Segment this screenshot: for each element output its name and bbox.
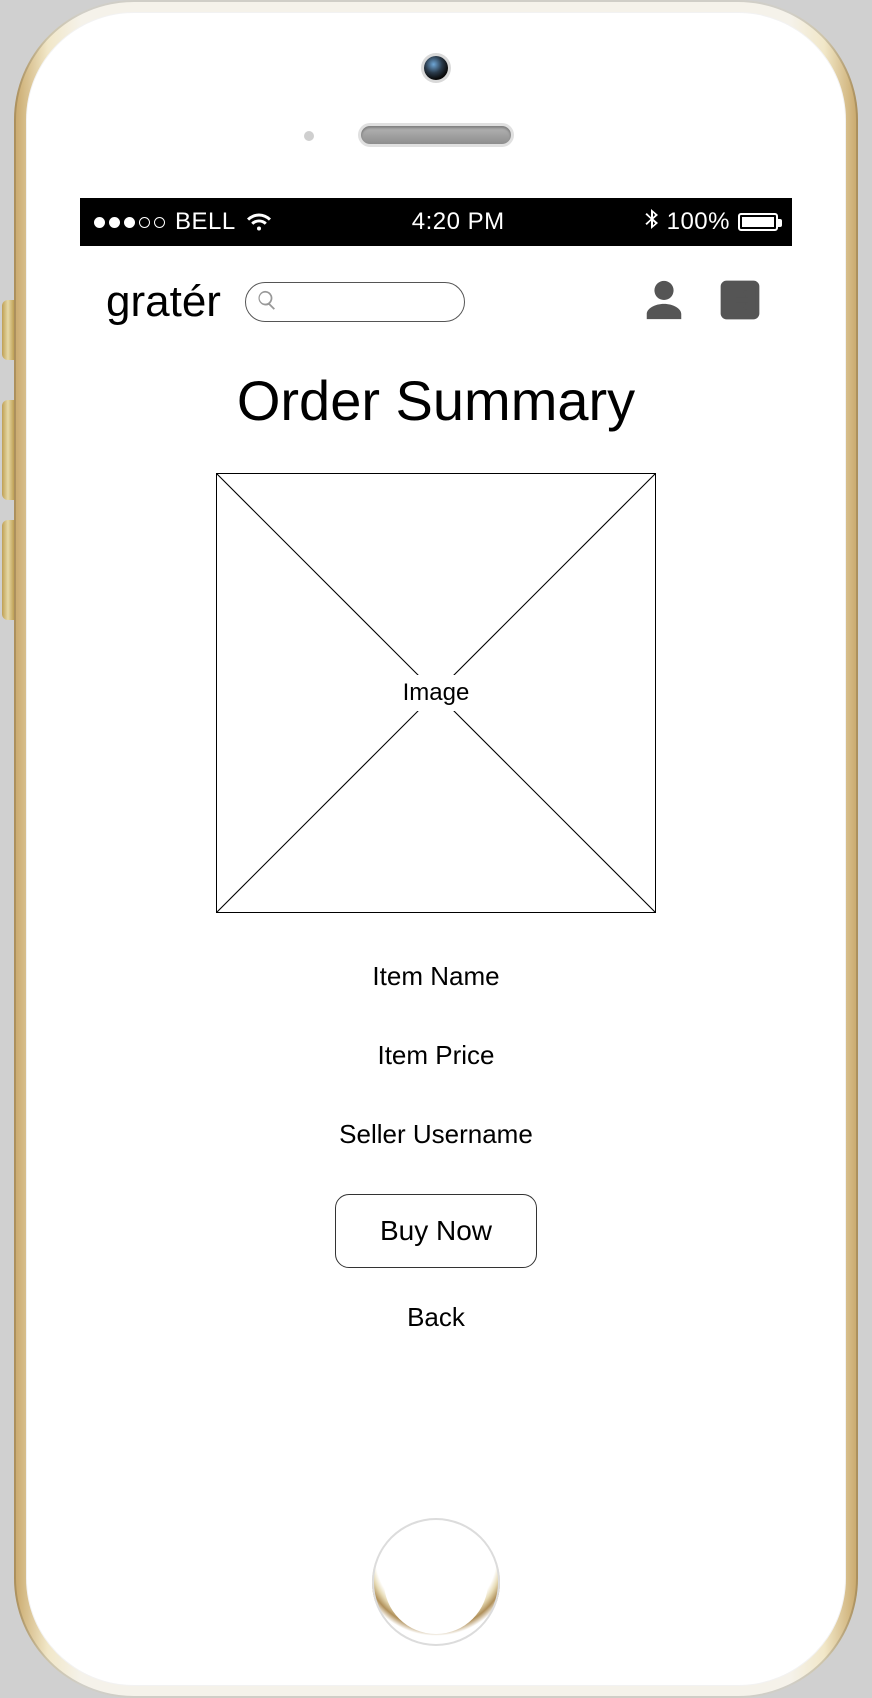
- page-title: Order Summary: [237, 368, 635, 433]
- main-content: Order Summary Image Item Name Item Price…: [80, 338, 792, 1333]
- profile-button[interactable]: [638, 276, 690, 328]
- battery-percent: 100%: [667, 208, 730, 236]
- search-icon: [256, 289, 278, 316]
- phone-chassis: BELL 4:20 PM 100%: [14, 0, 858, 1698]
- exit-icon: [717, 277, 763, 328]
- status-bar: BELL 4:20 PM 100%: [80, 198, 792, 246]
- user-icon: [641, 277, 687, 328]
- mute-switch[interactable]: [2, 300, 14, 360]
- front-camera: [424, 56, 448, 80]
- volume-down-button[interactable]: [2, 520, 14, 620]
- screen: BELL 4:20 PM 100%: [80, 198, 792, 1474]
- item-price: Item Price: [377, 1040, 494, 1071]
- battery-icon: [738, 213, 778, 231]
- seller-username: Seller Username: [339, 1119, 533, 1150]
- back-link[interactable]: Back: [407, 1302, 465, 1333]
- signal-strength-icon: [94, 217, 165, 228]
- item-name: Item Name: [372, 961, 499, 992]
- app-header: gratér: [80, 246, 792, 338]
- volume-up-button[interactable]: [2, 400, 14, 500]
- earpiece-speaker: [361, 126, 511, 144]
- buy-now-button[interactable]: Buy Now: [335, 1194, 537, 1268]
- search-input[interactable]: [245, 282, 465, 322]
- bluetooth-icon: [645, 208, 659, 237]
- phone-face: BELL 4:20 PM 100%: [26, 12, 846, 1686]
- clock: 4:20 PM: [272, 208, 645, 236]
- proximity-sensor: [304, 131, 314, 141]
- logout-button[interactable]: [714, 276, 766, 328]
- home-button[interactable]: [372, 1518, 500, 1646]
- carrier-label: BELL: [175, 208, 236, 236]
- image-label: Image: [393, 675, 480, 711]
- wifi-icon: [246, 212, 272, 232]
- brand-logo[interactable]: gratér: [106, 277, 221, 327]
- item-image-placeholder: Image: [216, 473, 656, 913]
